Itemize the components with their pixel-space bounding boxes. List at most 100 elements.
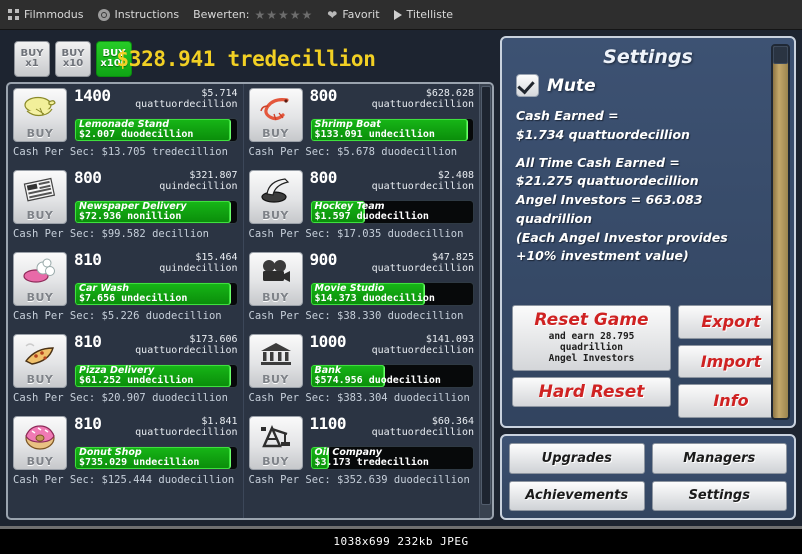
business-card: BUY 1000 $141.093 quattuordecillion Bank $574…	[248, 332, 474, 412]
instructions-label: Instructions	[114, 8, 180, 21]
business-list: BUY 1400 $5.714 quattuordecillion Lemonade S…	[6, 82, 494, 520]
stats-line: $1.734 quattuordecillion	[516, 126, 690, 142]
business-value: $1.597 duodecillion	[314, 210, 429, 222]
toolbar-film-mode[interactable]: Filmmodus	[8, 8, 84, 21]
business-buy-button[interactable]: BUY	[248, 88, 303, 142]
business-cost-amount: $5.714	[201, 88, 238, 99]
business-card: BUY 810 $15.464 quindecillion Car Wash $7.656…	[13, 251, 238, 330]
business-column-right: BUY 800 $628.628 quattuordecillion Shrimp Bo…	[244, 84, 479, 518]
hard-reset-button[interactable]: Hard Reset	[512, 376, 671, 408]
nav-managers-button[interactable]: Managers	[651, 443, 787, 474]
buy-multiplier-group: BUY x1 BUY x10 BUY x100	[14, 41, 132, 77]
viewer-toolbar: Filmmodus Instructions Bewerten: ★★★★★ ❤…	[0, 0, 802, 30]
business-progress-bar[interactable]: Hockey Team $1.597 duodecillion	[309, 200, 474, 224]
mute-row[interactable]: Mute	[516, 74, 786, 97]
business-cost: $5.714 quattuordecillion	[135, 88, 237, 110]
business-cost: $15.464 quindecillion	[159, 252, 237, 274]
buy-x1-button[interactable]: BUY x1	[14, 41, 50, 77]
business-buy-button[interactable]: BUY	[248, 252, 303, 306]
business-buy-button[interactable]: BUY	[13, 88, 67, 142]
export-button[interactable]: Export	[678, 305, 784, 339]
scrollbar-thumb[interactable]	[481, 86, 491, 505]
info-button[interactable]: Info	[678, 384, 784, 418]
import-button[interactable]: Import	[678, 344, 784, 379]
toolbar-instructions[interactable]: Instructions	[97, 8, 180, 21]
toolbar-titlelist[interactable]: Titelliste	[393, 8, 454, 21]
business-progress-bar[interactable]: Newspaper Delivery $72.936 nonillion	[74, 200, 238, 224]
business-cost-unit: quattuordecillion	[371, 99, 474, 110]
business-cost: $321.807 quindecillion	[159, 170, 237, 192]
buy-x100-button[interactable]: BUY x100	[96, 41, 132, 77]
toolbar-rating: Bewerten: ★★★★★	[193, 8, 313, 22]
nav-settings-button[interactable]: Settings	[651, 480, 787, 511]
business-cost: $141.093 quattuordecillion	[372, 334, 474, 356]
business-list-scrollbar[interactable]	[479, 84, 492, 518]
business-progress-bar[interactable]: Oil Company $3.173 tredecillion	[309, 446, 474, 470]
business-cash-per-sec: Cash Per Sec: $99.582 decillion	[13, 228, 209, 240]
business-buy-label: BUY	[262, 127, 289, 140]
mute-checkbox[interactable]	[516, 74, 539, 97]
business-cost-amount: $321.807	[189, 170, 238, 181]
settings-title: Settings	[603, 46, 693, 68]
image-viewer-window: Filmmodus Instructions Bewerten: ★★★★★ ❤…	[0, 0, 802, 554]
rating-label: Bewerten:	[193, 8, 250, 21]
toolbar-favorite[interactable]: ❤ Favorit	[327, 8, 379, 22]
business-cost: $1.841 quattuordecillion	[135, 416, 237, 438]
reset-game-button[interactable]: Reset Game and earn 28.795 quadrillion Ang…	[512, 305, 671, 371]
business-buy-button[interactable]: BUY	[248, 334, 303, 388]
business-buy-button[interactable]: BUY	[13, 252, 67, 306]
movie-camera-icon	[250, 255, 302, 289]
business-buy-label: BUY	[262, 455, 289, 468]
settings-scrollbar[interactable]	[771, 44, 790, 420]
business-cost-unit: quattuordecillion	[371, 181, 474, 192]
instructions-icon	[97, 8, 110, 21]
business-cost-unit: quattuordecillion	[371, 263, 474, 274]
business-progress-bar[interactable]: Shrimp Boat $133.091 undecillion	[309, 118, 474, 142]
newspaper-icon	[14, 173, 66, 207]
settings-panel: Settings Mute Cash Earned = $1.734 quattu…	[500, 36, 796, 428]
buy-x1-bottom: x1	[25, 58, 39, 69]
nav-achievements-button[interactable]: Achievements	[509, 480, 645, 511]
hard-reset-label: Hard Reset	[538, 381, 645, 402]
business-buy-button[interactable]: BUY	[13, 416, 67, 470]
settings-stats: Cash Earned = $1.734 quattuordecillion All…	[510, 107, 786, 266]
business-cost: $2.408 quattuordecillion	[372, 170, 474, 192]
stars-icon[interactable]: ★★★★★	[254, 8, 313, 22]
business-column-left: BUY 1400 $5.714 quattuordecillion Lemonade S…	[8, 84, 244, 518]
business-cost-unit: quattuordecillion	[371, 427, 474, 438]
business-buy-button[interactable]: BUY	[248, 416, 303, 470]
nav-upgrades-button[interactable]: Upgrades	[509, 443, 645, 474]
business-progress-bar[interactable]: Bank $574.956 duodecillion	[309, 364, 474, 388]
settings-scrollbar-thumb[interactable]	[773, 46, 788, 64]
settings-buttons: Reset Game and earn 28.795 quadrillion Ang…	[510, 299, 786, 420]
viewer-status-bar: 1038x699 232kb JPEG	[0, 529, 802, 554]
reset-sub-line: Angel Investors	[548, 352, 635, 364]
business-progress-bar[interactable]: Lemonade Stand $2.007 duodecillion	[74, 118, 238, 142]
stats-line: +10% investment value)	[516, 248, 689, 264]
titlelist-label: Titelliste	[406, 8, 454, 21]
import-label: Import	[700, 351, 762, 371]
stats-line: Angel Investors = 663.083	[516, 192, 703, 207]
business-progress-bar[interactable]: Donut Shop $735.029 undecillion	[74, 446, 238, 470]
business-cash-per-sec: Cash Per Sec: $17.035 duodecillion	[248, 228, 464, 240]
buy-x100-bottom: x100	[100, 58, 128, 69]
business-value: $2.007 duodecillion	[79, 128, 194, 140]
business-cash-per-sec: Cash Per Sec: $13.705 tredecillion	[13, 146, 228, 158]
business-count: 1000	[309, 332, 347, 351]
business-progress-bar[interactable]: Movie Studio $14.373 duodecillion	[309, 282, 474, 306]
business-card: BUY 810 $173.606 quattuordecillion Pizza Del…	[13, 333, 238, 412]
business-cost-unit: quattuordecillion	[135, 99, 238, 110]
business-buy-button[interactable]: BUY	[13, 170, 67, 224]
business-cost: $47.825 quattuordecillion	[372, 252, 474, 274]
business-progress-bar[interactable]: Car Wash $7.656 undecillion	[74, 282, 238, 306]
business-buy-button[interactable]: BUY	[248, 170, 303, 224]
business-buy-button[interactable]: BUY	[13, 334, 67, 388]
business-progress-bar[interactable]: Pizza Delivery $61.252 undecillion	[74, 364, 238, 388]
viewer-stage: BUY x1 BUY x10 BUY x100 $328.941 tredeci…	[0, 30, 802, 529]
buy-x10-button[interactable]: BUY x10	[55, 41, 91, 77]
business-buy-label: BUY	[26, 127, 54, 140]
carwash-icon	[14, 255, 66, 289]
donut-icon	[14, 419, 66, 453]
business-count: 810	[74, 414, 102, 433]
business-cost: $60.364 quattuordecillion	[372, 416, 474, 438]
